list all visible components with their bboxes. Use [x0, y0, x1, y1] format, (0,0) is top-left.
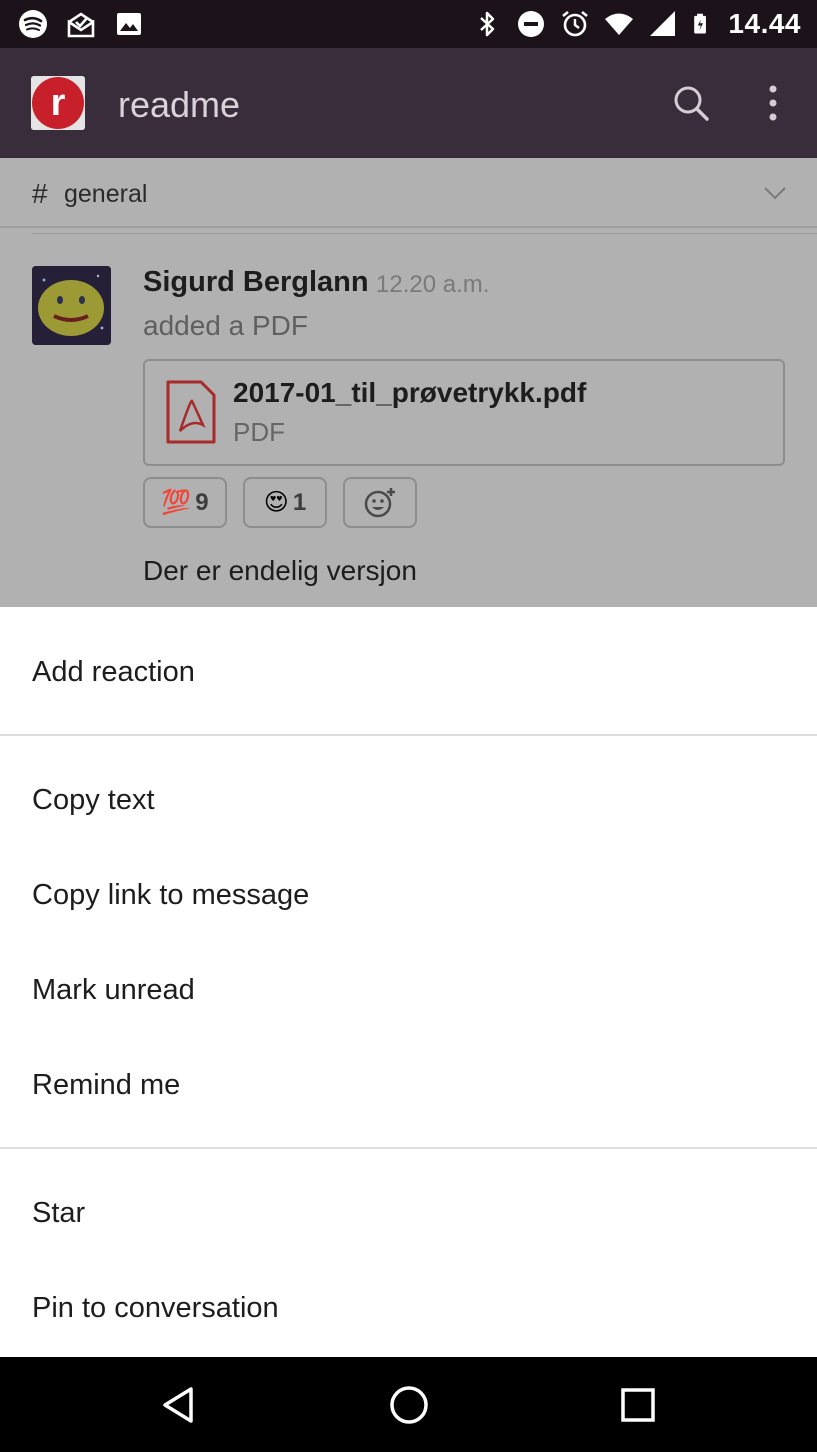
pdf-file-icon [166, 380, 216, 444]
battery-icon [694, 13, 707, 34]
hundred-points-emoji: 💯 [161, 489, 192, 516]
status-left-icons [18, 8, 144, 40]
menu-item-remind-me[interactable]: Remind me [32, 1069, 180, 1102]
reaction-heart-eyes[interactable]: 😍 1 [243, 477, 327, 528]
pdf-attachment[interactable]: 2017-01_til_prøvetrykk.pdf PDF [143, 359, 785, 466]
wifi-icon [605, 13, 634, 35]
message-action: added a PDF [143, 310, 308, 341]
image-icon [117, 13, 141, 35]
channel-name: general [64, 180, 148, 208]
menu-item-star[interactable]: Star [32, 1197, 85, 1230]
menu-divider [0, 1147, 817, 1149]
message-area-dimmed: # general Sigurd Berglann 12.20 a.m. add… [0, 158, 817, 607]
more-vertical-icon [769, 85, 777, 121]
reaction-count: 9 [195, 488, 209, 516]
svg-text:r: r [51, 82, 66, 124]
channel-header[interactable]: # general [0, 158, 817, 228]
home-button[interactable] [385, 1381, 433, 1429]
reaction-hundred-points[interactable]: 💯 9 [143, 477, 227, 528]
search-icon [674, 86, 709, 121]
channel-hash-icon: # [32, 178, 48, 209]
recents-button[interactable] [614, 1381, 662, 1429]
menu-item-mark-unread[interactable]: Mark unread [32, 974, 195, 1007]
menu-item-add-reaction[interactable]: Add reaction [32, 656, 195, 689]
avatar[interactable] [32, 266, 111, 345]
avatar-image [32, 266, 111, 345]
system-nav-bar [0, 1357, 817, 1452]
menu-item-pin[interactable]: Pin to conversation [32, 1292, 279, 1325]
message-actions-sheet: Add reaction Copy text Copy link to mess… [0, 607, 817, 1357]
do-not-disturb-icon [518, 11, 545, 37]
heart-eyes-emoji: 😍 [263, 489, 289, 516]
message-text: Der er endelig versjon [143, 555, 417, 586]
menu-item-copy-link[interactable]: Copy link to message [32, 879, 309, 912]
bluetooth-icon [480, 11, 495, 37]
app-title: readme [118, 84, 241, 125]
status-bar: 14.44 [0, 0, 817, 48]
mail-check-icon [67, 12, 95, 38]
recents-square-icon [621, 1388, 655, 1422]
back-triangle-icon [163, 1387, 193, 1423]
overflow-menu-button[interactable] [748, 78, 798, 128]
add-reaction-button[interactable] [343, 477, 417, 528]
signal-icon [650, 11, 676, 36]
home-circle-icon [390, 1386, 428, 1424]
attachment-file-type: PDF [233, 417, 285, 447]
menu-item-copy-text[interactable]: Copy text [32, 784, 155, 817]
menu-divider [0, 734, 817, 736]
app-bar: r readme [0, 48, 817, 158]
divider [32, 233, 817, 234]
message-time: 12.20 a.m. [376, 271, 490, 298]
readme-logo-icon: r [31, 76, 85, 130]
app-logo: r [31, 76, 85, 130]
search-button[interactable] [666, 78, 716, 128]
status-right-icons: 14.44 [472, 8, 801, 40]
chevron-down-icon [764, 187, 786, 200]
reaction-count: 1 [292, 488, 307, 516]
attachment-file-name: 2017-01_til_prøvetrykk.pdf [233, 377, 587, 408]
add-reaction-icon [364, 487, 395, 517]
status-time: 14.44 [728, 8, 801, 39]
alarm-icon [562, 10, 589, 37]
spotify-icon [19, 10, 47, 38]
back-button[interactable] [155, 1381, 203, 1429]
sender-name[interactable]: Sigurd Berglann [143, 266, 369, 299]
